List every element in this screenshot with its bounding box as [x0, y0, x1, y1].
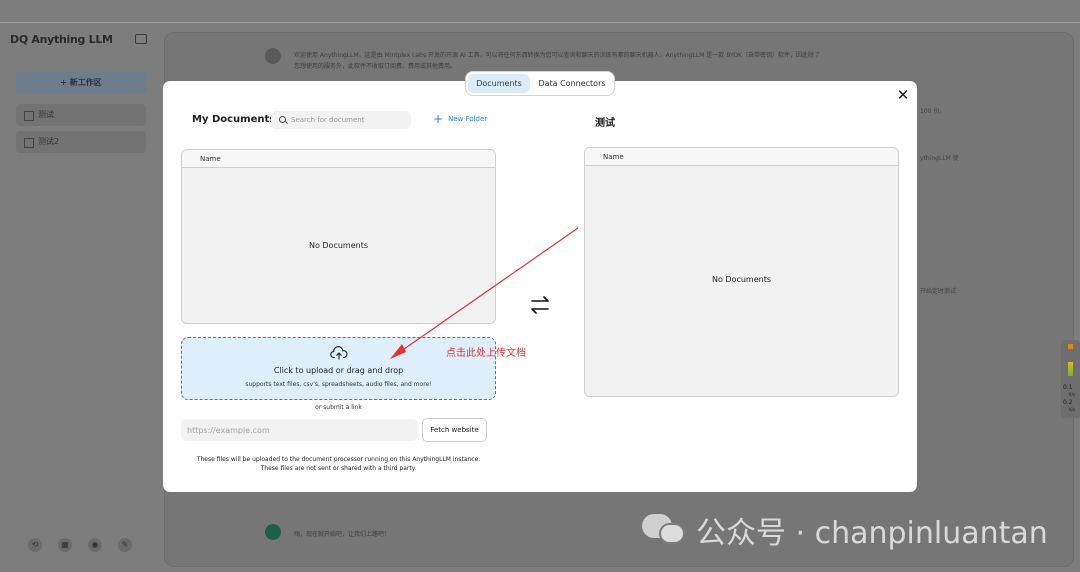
- settings-icon[interactable]: ✎: [118, 538, 132, 552]
- discord-icon[interactable]: ◉: [88, 538, 102, 552]
- chat-snippet: 100 份。: [920, 108, 946, 115]
- workspace-title: 测试: [595, 118, 615, 129]
- tab-documents[interactable]: Documents: [468, 74, 530, 93]
- chat-snippet: 开始定时测试: [920, 288, 957, 295]
- privacy-notice-line: These files are not sent or shared with …: [260, 465, 417, 472]
- plus-icon: +: [433, 112, 444, 126]
- search-icon: [279, 116, 286, 123]
- upload-supported-types: supports text files, csv's, spreadsheets…: [245, 381, 432, 388]
- annotation-label: 点击此处上传文档: [446, 348, 526, 359]
- chat-message: 嗨，现在就开始吧，让我们上路吧！: [294, 531, 391, 538]
- download-speed: 0.2: [1063, 399, 1073, 406]
- fetch-website-button[interactable]: Fetch website: [422, 418, 487, 442]
- chat-snippet: ythingLLM 使: [920, 155, 959, 162]
- assistant-avatar: [265, 48, 281, 64]
- memory-indicator: [1068, 362, 1073, 376]
- docs-icon[interactable]: ▦: [58, 538, 72, 552]
- sidebar-toggle-icon[interactable]: [135, 34, 147, 44]
- new-folder-button[interactable]: + New Folder: [433, 112, 488, 126]
- privacy-notice-line: These files will be uploaded to the docu…: [196, 456, 481, 463]
- cloud-upload-icon: [330, 346, 348, 360]
- search-input[interactable]: [291, 113, 407, 127]
- wechat-icon: [642, 512, 686, 548]
- watermark-text: 公众号 · chanpinluantan: [696, 516, 1048, 551]
- or-submit-link-text: or submit a link: [315, 404, 362, 411]
- speed-unit: K/s: [1069, 392, 1076, 397]
- cpu-indicator: [1068, 344, 1073, 349]
- document-search: [271, 111, 411, 129]
- close-icon[interactable]: ✕: [896, 88, 910, 103]
- speed-unit: K/s: [1069, 407, 1076, 412]
- watermark: 公众号 · chanpinluantan: [642, 508, 1048, 552]
- tab-data-connectors[interactable]: Data Connectors: [532, 74, 612, 93]
- column-header-name: Name: [182, 150, 495, 168]
- column-header-name: Name: [585, 148, 898, 166]
- community-icon[interactable]: ⟲: [28, 538, 42, 552]
- url-input[interactable]: [181, 419, 418, 441]
- workspace-documents-list: Name No Documents: [584, 147, 899, 397]
- user-avatar: [265, 524, 281, 540]
- sidebar-item-workspace[interactable]: 测试: [16, 104, 146, 126]
- chat-intro-text: 您想使用的服务外，此软件不收取订阅费、费用或其他费用。: [294, 63, 457, 70]
- system-monitor-widget: 0.1 K/s 0.2 K/s: [1061, 340, 1080, 418]
- chat-intro-text: 欢迎使用 AnythingLLM，这是由 Mintplex Labs 开发的开源…: [294, 52, 820, 59]
- window-top-divider: [0, 22, 1080, 23]
- privacy-notice: These files will be uploaded to the docu…: [181, 455, 496, 473]
- sidebar-item-workspace[interactable]: 测试2: [16, 131, 146, 153]
- my-documents-title: My Documents: [192, 114, 276, 125]
- new-workspace-button[interactable]: + 新工作区: [16, 72, 146, 94]
- empty-state-text: No Documents: [711, 275, 772, 284]
- new-folder-label: New Folder: [448, 115, 488, 123]
- modal-tabs: Documents Data Connectors: [465, 71, 615, 96]
- upload-speed: 0.1: [1063, 384, 1073, 391]
- app-logo: DQ Anything LLM: [10, 33, 113, 46]
